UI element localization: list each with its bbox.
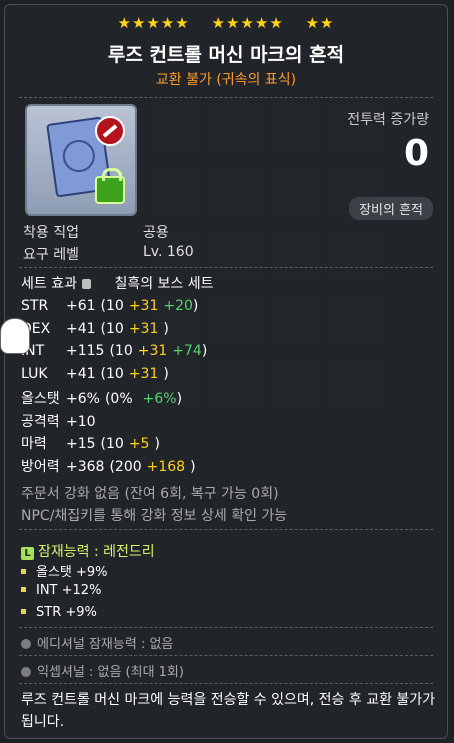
legendary-icon: L	[21, 547, 34, 560]
potential-line: INT +12%	[21, 583, 101, 598]
stat-total: +115	[66, 343, 105, 359]
stat-total: +368	[66, 458, 105, 475]
bullet-icon	[21, 587, 26, 592]
stat-base: (10	[109, 343, 133, 359]
stat-name: STR	[21, 298, 49, 314]
set-effect-label: 세트 효과	[21, 276, 77, 292]
set-effect: 세트 효과 칠흑의 보스 세트	[21, 273, 214, 293]
bullet-icon	[21, 609, 26, 614]
item-description: 루즈 컨트롤 머신 마크에 능력을 전승할 수 있으며, 전승 후 교환 불가가…	[21, 692, 436, 730]
additional-potential-icon	[21, 639, 31, 649]
mouse-icon	[81, 279, 91, 289]
stat-name: LUK	[21, 365, 48, 382]
scroll-info: 주문서 강화 없음 (잔여 6회, 복구 가능 0회)	[21, 486, 279, 502]
stat-total: +41	[66, 320, 96, 337]
stat-row: 마력 +15 (10 +5)	[21, 433, 160, 453]
stat-row: STR +61 (10 +31 +20)	[21, 298, 198, 314]
stat-name: 마력	[21, 436, 47, 452]
stat-potential: +74	[172, 343, 202, 359]
stat-close: )	[163, 365, 169, 382]
job-value: 공용	[143, 225, 169, 241]
stat-enhance: +5	[128, 436, 150, 452]
hand-cursor-icon	[0, 318, 30, 354]
stat-row: INT +115 (10 +31 +74)	[21, 343, 207, 359]
star-group-3: ★★	[305, 14, 335, 32]
potential-title: L 잠재능력 : 레전드리	[21, 541, 155, 561]
stat-enhance: +168	[146, 458, 186, 475]
potential-line: STR +9%	[21, 605, 97, 620]
level-label: 요구 레벨	[23, 247, 79, 263]
stat-close: )	[163, 320, 169, 337]
stat-enhance: +31	[137, 343, 168, 359]
equipment-trace-button[interactable]: 장비의 흔적	[349, 197, 433, 220]
divider	[19, 683, 433, 684]
stat-base: (10	[100, 365, 124, 382]
item-icon	[25, 104, 137, 216]
exceptional: 익셉셔널 : 없음 (최대 1회)	[21, 661, 184, 680]
divider	[19, 655, 433, 656]
potential-grade: 잠재능력 : 레전드리	[38, 544, 155, 560]
item-tooltip: ★★★★★ ★★★★★ ★★ 루즈 컨트롤 머신 마크의 흔적 교환 불가 (귀…	[4, 4, 448, 739]
stat-close: )	[154, 436, 160, 452]
stat-total: +61	[66, 298, 96, 314]
stat-close: )	[176, 391, 183, 407]
stat-base: (200	[109, 458, 142, 475]
exceptional-icon	[21, 667, 31, 677]
additional-potential: 에디셔널 잠재능력 : 없음	[21, 633, 173, 652]
stat-potential: +20	[163, 298, 193, 314]
stat-row: LUK +41 (10 +31)	[21, 366, 169, 382]
set-effect-value: 칠흑의 보스 세트	[114, 276, 214, 292]
stat-base: (10	[100, 320, 124, 337]
stat-base: (10	[100, 298, 124, 314]
trade-block-icon	[95, 116, 125, 146]
stat-close: )	[192, 298, 199, 314]
stat-row: DEX +41 (10 +31)	[21, 321, 169, 337]
level-requirement: 요구 레벨 Lv. 160	[23, 244, 194, 264]
stat-row: 올스탯 +6% (0% +6%)	[21, 388, 182, 408]
stat-name: 올스탯	[21, 391, 60, 407]
star-group-1: ★★★★★	[117, 14, 190, 32]
combat-power-label: 전투력 증가량	[347, 112, 429, 128]
trade-status: 교환 불가 (귀속의 표식)	[155, 72, 297, 88]
item-name: 루즈 컨트롤 머신 마크의 흔적	[107, 44, 345, 66]
stat-total: +15	[66, 436, 96, 452]
stat-enhance: +31	[128, 298, 159, 314]
divider	[19, 529, 433, 530]
stat-name: 방어력	[21, 458, 60, 475]
stat-total: +6%	[66, 391, 100, 407]
divider	[19, 97, 433, 98]
stat-base: (10	[100, 436, 124, 452]
divider	[19, 627, 433, 628]
star-force-stars: ★★★★★ ★★★★★ ★★	[5, 14, 447, 32]
lock-icon	[95, 168, 125, 204]
npc-info: NPC/채집키를 통해 강화 정보 상세 확인 가능	[21, 508, 288, 524]
level-value: Lv. 160	[143, 244, 194, 260]
stat-enhance: +31	[128, 320, 159, 337]
bullet-icon	[21, 569, 26, 574]
stat-row: 공격력 +10	[21, 411, 111, 431]
stat-enhance: +31	[128, 365, 159, 382]
potential-line: 올스탯 +9%	[21, 561, 108, 580]
star-group-2: ★★★★★	[211, 14, 284, 32]
stat-potential: +6%	[142, 391, 177, 407]
divider	[19, 267, 433, 268]
stat-close: )	[190, 458, 196, 475]
combat-power-value: 0	[403, 133, 429, 174]
stat-name: 공격력	[21, 413, 60, 430]
stat-total: +10	[66, 413, 96, 430]
stat-total: +41	[66, 365, 96, 382]
job-requirement: 착용 직업 공용	[23, 222, 169, 242]
stat-row: 방어력 +368 (200 +168)	[21, 456, 196, 476]
stat-base: (0%	[104, 391, 133, 407]
job-label: 착용 직업	[23, 225, 79, 241]
stat-close: )	[201, 343, 208, 359]
